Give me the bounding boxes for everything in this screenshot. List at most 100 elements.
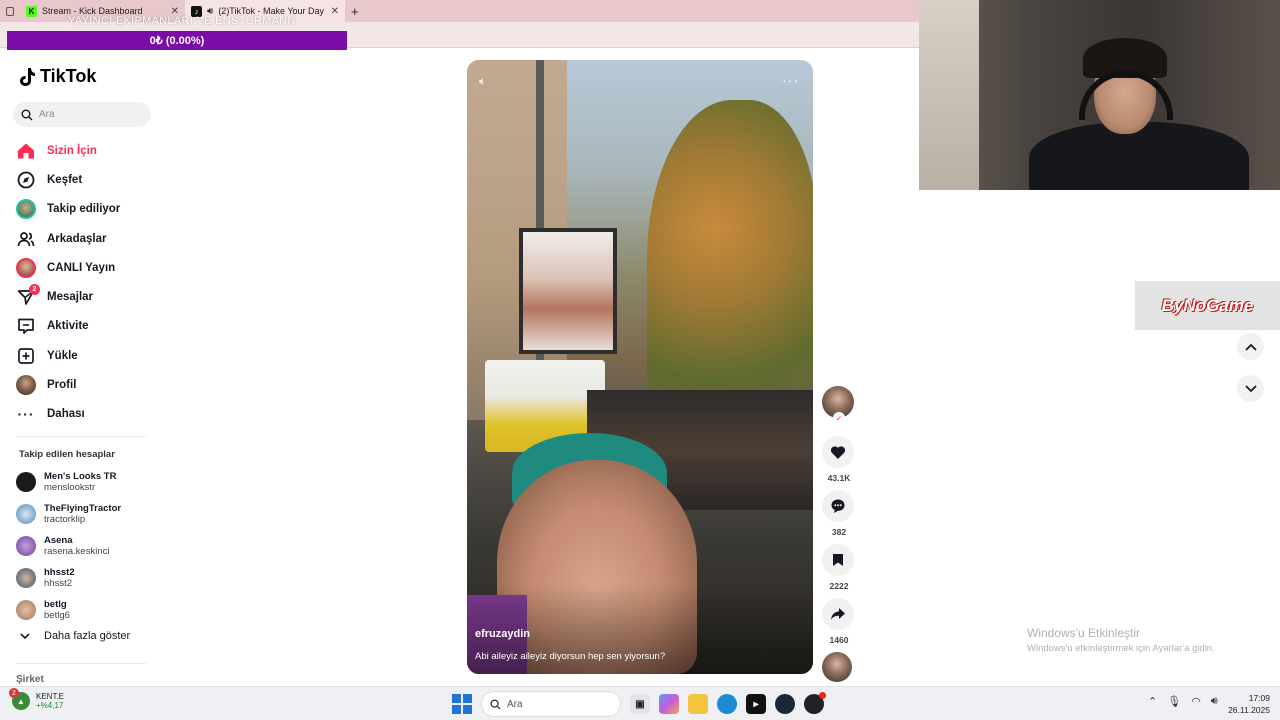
chevron-down-icon — [20, 633, 30, 640]
speaker-icon[interactable]: 🔊︎ — [1211, 695, 1218, 708]
following-section-title: Takip edilen hesaplar — [19, 449, 115, 460]
terminal-icon[interactable]: ▸ — [746, 694, 766, 714]
list-item-following-account[interactable]: TheFlyingTractor tractorklip — [16, 498, 121, 530]
company-link[interactable]: Şirket — [16, 674, 44, 685]
tab-actions-icon — [6, 6, 14, 16]
next-video-button[interactable] — [1237, 375, 1264, 402]
share-button[interactable] — [822, 598, 854, 630]
sidebar-divider — [16, 436, 146, 437]
file-explorer-icon[interactable] — [688, 694, 708, 714]
avatar — [16, 536, 36, 556]
nav-label: CANLI Yayın — [47, 261, 116, 274]
donation-goal-bar: 0₺ (0.00%) — [7, 31, 347, 50]
windows-taskbar: ▲ 2 KENT.E +%4,17 Ara ▣ ▸ ⌃ 🎙︎ ◠ 🔊︎ 17:0… — [0, 686, 1280, 720]
copilot-icon[interactable] — [659, 694, 679, 714]
new-tab-button[interactable]: + — [345, 0, 365, 22]
creator-avatar[interactable]: ✓ — [822, 386, 854, 424]
comment-icon — [831, 499, 845, 513]
nav-item-activity[interactable]: Aktivite — [16, 312, 120, 341]
account-handle: tractorklip — [44, 514, 86, 525]
list-item-following-account[interactable]: hhsst2 hhsst2 — [16, 562, 121, 594]
share-count: 1460 — [829, 635, 849, 645]
obs-icon[interactable] — [804, 692, 826, 714]
account-name: Asena — [44, 535, 73, 546]
list-item-following-account[interactable]: Asena rasena.keskinci — [16, 530, 121, 562]
account-name: betlg — [44, 599, 67, 610]
music-disc-avatar[interactable] — [822, 652, 852, 682]
task-view-icon[interactable]: ▣ — [630, 694, 650, 714]
account-handle: rasena.keskinci — [44, 546, 110, 557]
volume-icon[interactable]: 🔈︎ — [479, 74, 486, 89]
avatar — [16, 600, 36, 620]
logo-text: TikTok — [40, 66, 97, 86]
taskbar-clock[interactable]: 17:09 26.11.2025 — [1228, 692, 1270, 716]
show-more-button[interactable]: Daha fazla göster — [20, 630, 130, 642]
account-handle: hhsst2 — [44, 578, 72, 589]
microphone-icon[interactable]: 🎙︎ — [1167, 695, 1181, 708]
wifi-icon[interactable]: ◠ — [1191, 695, 1201, 708]
nav-item-live[interactable]: CANLI Yayın — [16, 253, 120, 282]
avatar — [16, 504, 36, 524]
clock-date: 26.11.2025 — [1228, 705, 1270, 715]
activation-subtitle: Windows'u etkinleştirmek için Ayarlar'a … — [1027, 643, 1215, 654]
start-button[interactable] — [452, 694, 472, 714]
list-item-following-account[interactable]: betlg betlg6 — [16, 594, 121, 626]
video-scene-tree — [647, 100, 813, 420]
steam-icon[interactable] — [775, 694, 795, 714]
widget-value: +%4,17 — [36, 701, 64, 710]
nav-item-friends[interactable]: Arkadaşlar — [16, 224, 120, 253]
video-author[interactable]: efruzaydin — [475, 628, 530, 640]
video-scene-billboard — [519, 228, 617, 354]
nav-item-for-you[interactable]: Sizin İçin — [16, 136, 120, 165]
activity-icon — [16, 316, 36, 336]
edge-browser-icon[interactable] — [717, 694, 737, 714]
widgets-button[interactable]: ▲ 2 KENT.E +%4,17 — [9, 688, 65, 710]
video-player[interactable]: 🔈︎ ··· efruzaydin Abi aileyiz aileyiz di… — [467, 60, 813, 674]
search-input[interactable]: Ara — [13, 102, 151, 127]
nav-item-following[interactable]: Takip ediliyor — [16, 195, 120, 224]
nav-item-more[interactable]: ··· Dahası — [16, 400, 120, 429]
widget-title: KENT.E — [36, 692, 65, 701]
more-options-icon[interactable]: ··· — [782, 72, 799, 88]
check-icon[interactable]: ✓ — [833, 412, 845, 424]
list-item-following-account[interactable]: Men's Looks TR menslookstr — [16, 466, 121, 498]
more-icon: ··· — [17, 406, 35, 423]
nav-label: Profil — [47, 379, 77, 392]
message-icon: 2 — [16, 284, 40, 307]
compass-icon — [16, 170, 36, 190]
comment-button[interactable] — [822, 490, 854, 522]
video-caption: Abi aileyiz aileyiz diyorsun hep sen yiy… — [475, 651, 666, 662]
nav-item-explore[interactable]: Keşfet — [16, 165, 120, 194]
tiktok-sidebar: TikTok Ara Sizin İçin Keşfet Takip edili… — [0, 50, 160, 686]
tiktok-note-icon — [20, 67, 35, 86]
tiktok-logo[interactable]: TikTok — [18, 66, 96, 87]
search-placeholder: Ara — [39, 109, 55, 120]
sidebar-divider — [16, 663, 146, 664]
save-button[interactable] — [822, 544, 854, 576]
taskbar-search[interactable]: Ara — [481, 691, 621, 717]
account-name: Men's Looks TR — [44, 471, 117, 482]
search-icon — [21, 109, 33, 120]
widget-badge: 2 — [9, 688, 19, 698]
system-tray: ⌃ 🎙︎ ◠ 🔊︎ — [1148, 695, 1218, 708]
tab-actions-button[interactable] — [0, 0, 20, 22]
taskbar-apps: Ara ▣ ▸ — [452, 691, 826, 717]
activation-title: Windows'u Etkinleştir — [1027, 626, 1140, 640]
nav-item-profile[interactable]: Profil — [16, 370, 120, 399]
message-badge: 2 — [29, 284, 40, 296]
avatar — [16, 568, 36, 588]
nav-item-messages[interactable]: 2 Mesajlar — [16, 282, 120, 311]
home-icon — [16, 141, 36, 161]
chevron-up-icon — [1244, 343, 1257, 351]
nav-label: Mesajlar — [47, 291, 94, 304]
chevron-down-icon — [1244, 384, 1257, 392]
close-icon[interactable]: ✕ — [331, 6, 339, 17]
webcam-window-light — [919, 0, 979, 190]
bookmark-icon — [833, 554, 843, 566]
nav-item-upload[interactable]: Yükle — [16, 341, 120, 370]
chevron-up-icon[interactable]: ⌃ — [1148, 695, 1157, 708]
like-button[interactable] — [822, 436, 854, 468]
windows-activation-watermark: Windows'u Etkinleştir Windows'u etkinleş… — [1027, 626, 1215, 654]
previous-video-button[interactable] — [1237, 333, 1264, 360]
heart-icon — [830, 445, 846, 459]
